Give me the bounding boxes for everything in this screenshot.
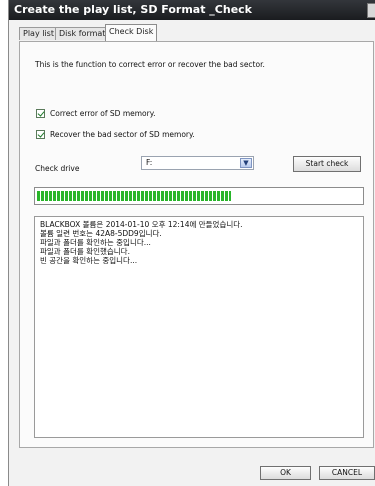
chevron-down-icon[interactable]: ▼ (240, 158, 252, 168)
correct-error-checkbox[interactable] (36, 109, 45, 118)
dialog-window: Create the play list, SD Format _Check P… (8, 0, 375, 486)
log-line: 볼륨 일련 번호는 42A8-5DD9입니다. (40, 229, 162, 238)
log-line: 파일과 폴더를 확인했습니다. (40, 247, 130, 256)
log-line: BLACKBOX 볼륨은 2014-01-10 오후 12:14에 만들었습니다… (40, 220, 243, 229)
log-lines: BLACKBOX 볼륨은 2014-01-10 오후 12:14에 만들었습니다… (40, 220, 358, 265)
progress-fill (37, 191, 231, 201)
option-recover-sector[interactable]: Recover the bad sector of SD memory. (36, 130, 195, 139)
check-disk-panel: This is the function to correct error or… (19, 41, 374, 448)
tab-disk-format[interactable]: Disk format (55, 27, 110, 40)
correct-error-label: Correct error of SD memory. (50, 109, 156, 118)
ok-button[interactable]: OK (260, 466, 311, 480)
drive-select[interactable]: F: ▼ (141, 156, 254, 170)
check-drive-label: Check drive (35, 164, 80, 173)
description-text: This is the function to correct error or… (35, 60, 265, 69)
window-title: Create the play list, SD Format _Check (14, 3, 252, 16)
recover-sector-label: Recover the bad sector of SD memory. (50, 130, 195, 139)
drive-select-value: F: (146, 158, 153, 167)
tab-play-list[interactable]: Play list (19, 27, 58, 40)
close-button[interactable] (367, 3, 375, 18)
start-check-button[interactable]: Start check (293, 156, 361, 172)
option-correct-error[interactable]: Correct error of SD memory. (36, 109, 155, 118)
title-bar[interactable]: Create the play list, SD Format _Check (9, 0, 375, 20)
log-line: 빈 공간을 확인하는 중입니다... (40, 256, 138, 265)
log-output[interactable]: BLACKBOX 볼륨은 2014-01-10 오후 12:14에 만들었습니다… (34, 216, 364, 438)
recover-sector-checkbox[interactable] (36, 130, 45, 139)
log-line: 파일과 폴더를 확인하는 중입니다... (40, 238, 151, 247)
progress-bar (34, 187, 364, 205)
tab-check-disk[interactable]: Check Disk (105, 24, 158, 41)
cancel-button[interactable]: CANCEL (319, 466, 375, 480)
